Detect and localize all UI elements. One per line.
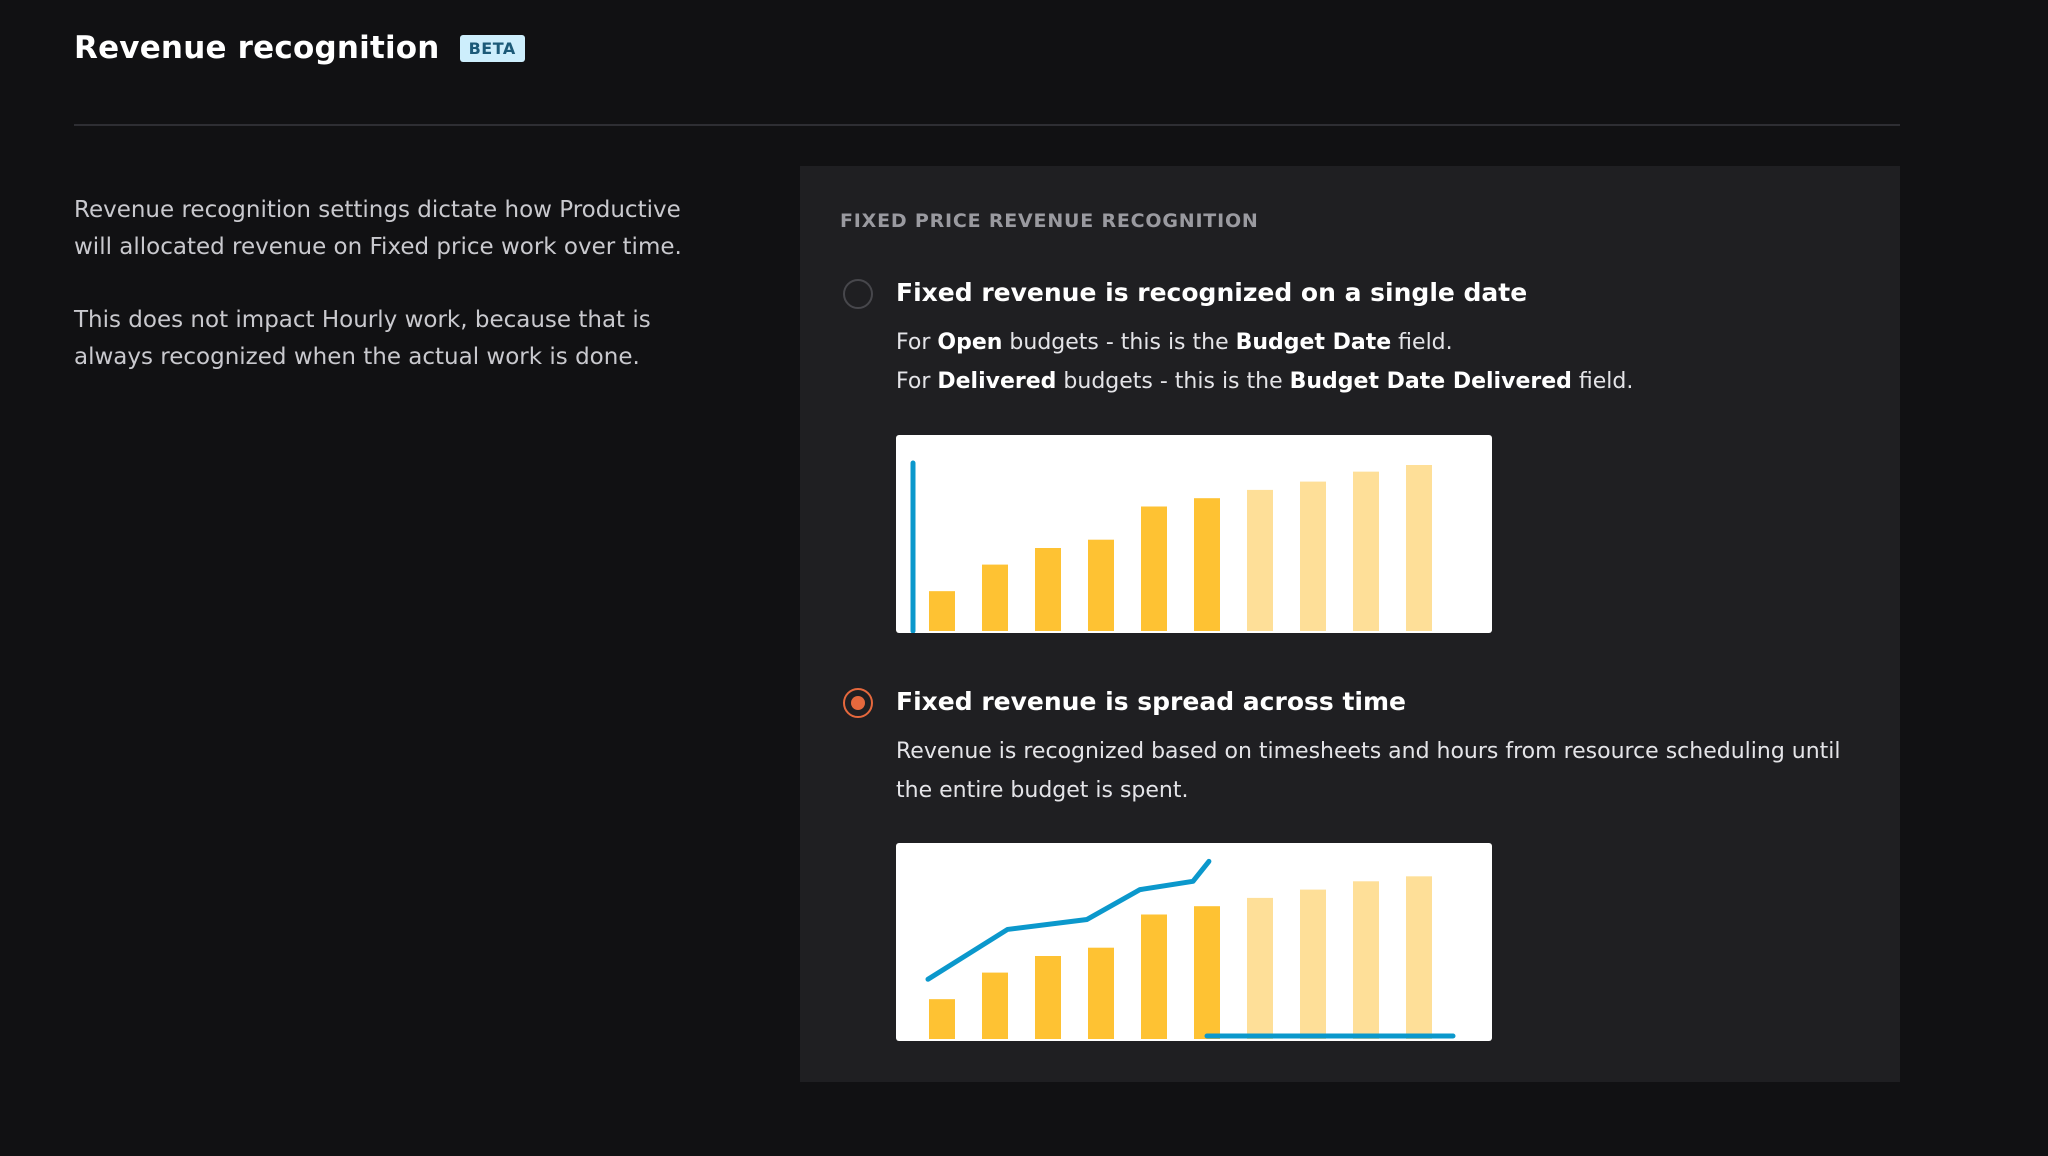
desc-text: budgets - this is the [1002,330,1236,355]
chart-bar [1194,498,1220,631]
chart-bar [1300,889,1326,1039]
chart-bar [929,999,955,1039]
chart-bar [1247,897,1273,1039]
desc-text: For [896,369,938,394]
chart-bar [1406,876,1432,1039]
chart-bar [1141,506,1167,631]
desc-text: For [896,330,938,355]
desc-line-delivered: For Delivered budgets - this is the Budg… [896,362,1856,401]
chart-bar [929,591,955,631]
chart-bar [1088,947,1114,1039]
desc-bold: Budget Date Delivered [1289,369,1572,394]
chart-bar [1247,489,1273,631]
page-header: Revenue recognition BETA [74,30,525,66]
desc-text: budgets - this is the [1056,369,1290,394]
revenue-recognition-page: Revenue recognition BETA Revenue recogni… [0,0,2048,1156]
chart-bar [1353,471,1379,631]
chart-bar [1300,481,1326,631]
description-paragraph-1: Revenue recognition settings dictate how… [74,197,682,260]
desc-bold: Delivered [937,369,1057,394]
chart-bar [1088,539,1114,631]
desc-text: field. [1571,369,1634,394]
page-title: Revenue recognition [74,30,440,66]
desc-bold: Open [937,330,1003,355]
settings-description: Revenue recognition settings dictate how… [74,192,724,412]
chart-spread-time-svg [925,858,1456,1039]
chart-spread-time [896,843,1492,1041]
option-desc-single-date: For Open budgets - this is the Budget Da… [896,323,1856,401]
chart-bar [1353,881,1379,1039]
option-title-spread-time: Fixed revenue is spread across time [896,687,1406,716]
description-paragraph-2: This does not impact Hourly work, becaus… [74,307,651,370]
option-title-single-date: Fixed revenue is recognized on a single … [896,278,1528,307]
chart-single-date [896,435,1492,633]
revenue-settings-panel: FIXED PRICE REVENUE RECOGNITION Fixed re… [800,166,1900,1082]
chart-bar [1406,465,1432,631]
radio-spread-time[interactable] [843,688,873,718]
section-label: FIXED PRICE REVENUE RECOGNITION [840,210,1259,232]
chart-bar [1035,548,1061,631]
chart-bar [1035,956,1061,1039]
desc-text: field. [1391,330,1453,355]
desc-line-open: For Open budgets - this is the Budget Da… [896,323,1856,362]
desc-bold: Budget Date [1235,330,1392,355]
chart-bar [1141,914,1167,1039]
chart-bar [982,564,1008,631]
radio-single-date[interactable] [843,279,873,309]
beta-badge: BETA [459,34,525,62]
chart-bar [982,972,1008,1039]
chart-bar [1194,906,1220,1039]
header-divider [74,124,1900,126]
option-desc-spread-time: Revenue is recognized based on timesheet… [896,739,1841,803]
chart-single-date-svg [910,460,1432,633]
